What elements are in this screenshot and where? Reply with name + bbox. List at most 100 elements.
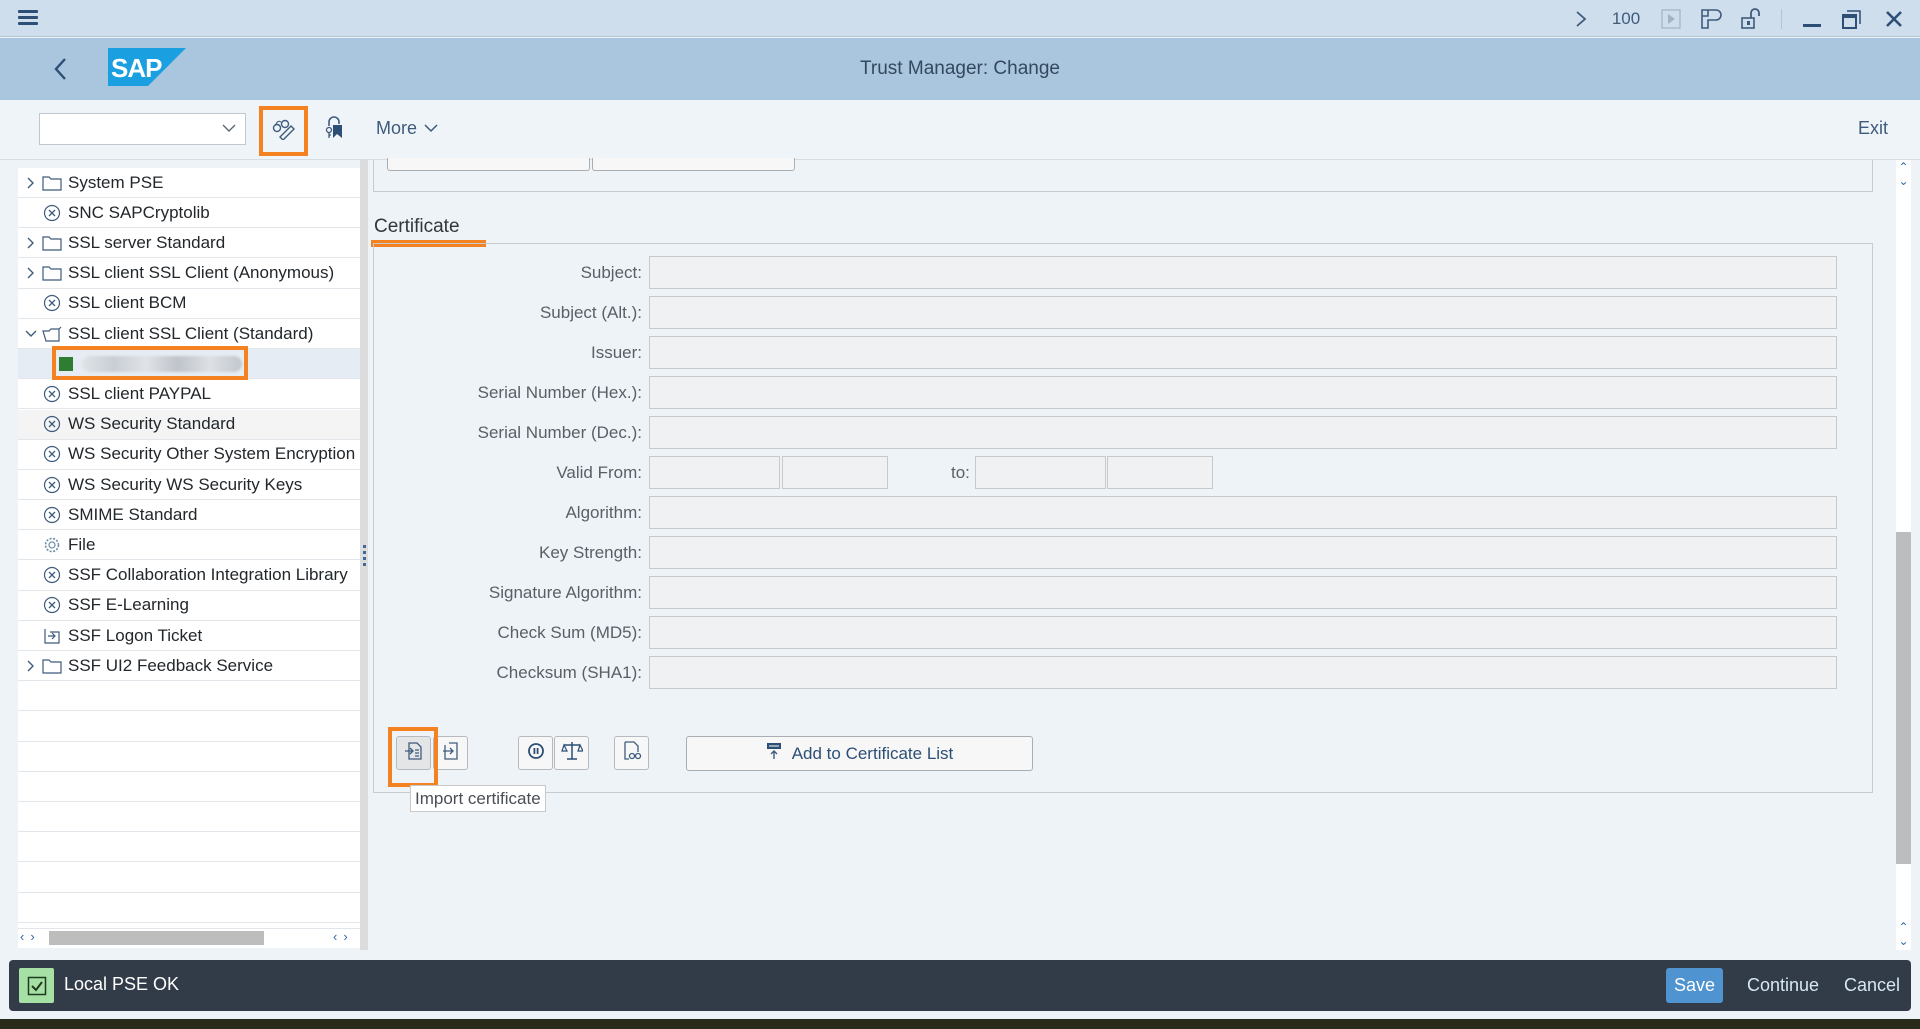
command-field[interactable]: [39, 113, 246, 145]
scrollbar-thumb[interactable]: [49, 931, 264, 945]
tree-item-label: SSL client SSL Client (Anonymous): [68, 263, 335, 283]
display-certificate-button[interactable]: [614, 736, 649, 770]
field-label: Serial Number (Hex.):: [477, 383, 642, 402]
chevron-right-icon[interactable]: [1561, 0, 1601, 37]
export-certificate-button[interactable]: [433, 736, 468, 770]
chevron-down-icon[interactable]: [221, 120, 237, 141]
exit-button[interactable]: Exit: [1858, 118, 1888, 139]
tree-item[interactable]: SSL server Standard: [18, 228, 360, 259]
tree-item-label: SSL client BCM: [68, 293, 187, 313]
tree-item[interactable]: SSF Collaboration Integration Library: [18, 561, 360, 591]
import-certificate-icon: [404, 741, 424, 766]
valid-to-time-input[interactable]: [1107, 456, 1213, 489]
main-vertical-scrollbar[interactable]: ⌃ ⌄ ⌃ ⌄: [1896, 160, 1911, 950]
valid-from-date-input[interactable]: [649, 456, 780, 489]
scroll-up-icon[interactable]: ⌃: [1896, 920, 1911, 934]
chevron-right-icon[interactable]: [22, 266, 40, 280]
tree-item-label: WS Security WS Security Keys: [68, 474, 303, 494]
layout-icon[interactable]: [1691, 0, 1731, 37]
pse-button[interactable]: [387, 158, 590, 171]
save-button[interactable]: Save: [1666, 968, 1724, 1003]
chevron-right-icon[interactable]: [22, 659, 40, 673]
splitter-handle-icon[interactable]: [363, 545, 367, 567]
tree-item-label: SSF E-Learning: [68, 595, 189, 615]
tree-item[interactable]: SNC SAPCryptolib: [18, 198, 360, 229]
field-input[interactable]: [649, 256, 1837, 289]
display-change-button[interactable]: [259, 106, 308, 156]
tree-item[interactable]: [18, 349, 360, 380]
scroll-down-icon[interactable]: ⌄: [1896, 934, 1911, 948]
scroll-left-right-arrows[interactable]: ‹ ›: [333, 929, 348, 944]
tree-item-label: File: [68, 534, 96, 554]
field-input[interactable]: [649, 656, 1837, 689]
chevron-right-icon[interactable]: [22, 236, 40, 250]
unlock-icon[interactable]: [1731, 0, 1771, 37]
continue-button[interactable]: Continue: [1739, 968, 1827, 1003]
menu-icon[interactable]: [16, 8, 40, 28]
tree-item[interactable]: SSL client PAYPAL: [18, 379, 360, 410]
field-label: Subject:: [580, 263, 642, 282]
tree-item[interactable]: SSF Logon Ticket: [18, 621, 360, 651]
tree-item-label: WS Security Other System Encryption: [68, 444, 356, 464]
field-input[interactable]: [649, 336, 1837, 369]
import-certificate-button[interactable]: [396, 736, 431, 770]
chevron-down-icon[interactable]: [22, 329, 40, 339]
play-icon[interactable]: [1651, 0, 1691, 37]
field-input[interactable]: [649, 416, 1837, 449]
scroll-up-icon[interactable]: ⌃: [1896, 160, 1911, 174]
more-menu-button[interactable]: More: [376, 118, 439, 139]
scrollbar-thumb[interactable]: [1896, 532, 1911, 864]
field-input[interactable]: [649, 296, 1837, 329]
tree-item[interactable]: SSL client SSL Client (Anonymous): [18, 259, 360, 289]
field-label: Signature Algorithm:: [488, 583, 642, 602]
tree-item-label: SMIME Standard: [68, 504, 198, 524]
scroll-down-icon[interactable]: ⌄: [1896, 174, 1911, 188]
tree-item-label: SSF Logon Ticket: [68, 625, 203, 645]
error-circle-icon: [42, 294, 62, 312]
tree-item[interactable]: File: [18, 530, 360, 561]
app-header: SAP Trust Manager: Change: [0, 38, 1920, 100]
field-input[interactable]: [649, 616, 1837, 649]
tree-item[interactable]: WS Security Other System Encryption: [18, 440, 360, 470]
field-input[interactable]: [649, 576, 1837, 609]
status-message: Local PSE OK: [64, 974, 180, 994]
tree-item[interactable]: System PSE: [18, 168, 360, 198]
folder-icon: [42, 235, 62, 251]
compare-button[interactable]: [554, 736, 589, 770]
scroll-left-right-arrows[interactable]: ‹ ›: [20, 929, 35, 944]
tree-item[interactable]: WS Security Standard: [18, 409, 360, 440]
success-check-icon: [19, 968, 54, 1003]
valid-from-time-input[interactable]: [782, 456, 888, 489]
field-input[interactable]: [649, 496, 1837, 529]
zoom-level[interactable]: 100: [1601, 0, 1651, 37]
valid-to-date-input[interactable]: [975, 456, 1106, 489]
system-bar: 100: [0, 0, 1920, 37]
tree-item[interactable]: SMIME Standard: [18, 500, 360, 531]
export-certificate-icon: [441, 741, 461, 766]
close-icon[interactable]: [1872, 0, 1916, 37]
field-label: Algorithm:: [565, 503, 642, 522]
add-to-list-label: Add to Certificate List: [791, 743, 954, 763]
tree-item[interactable]: WS Security WS Security Keys: [18, 470, 360, 500]
tree-item[interactable]: SSL client SSL Client (Standard): [18, 319, 360, 349]
pse-button[interactable]: [592, 158, 795, 171]
tree-item-label: SSF Collaboration Integration Library: [68, 565, 348, 585]
restore-icon[interactable]: [1832, 0, 1872, 37]
chevron-right-icon[interactable]: [22, 176, 40, 190]
empty-tree-row: [18, 893, 360, 923]
pse-box: [373, 158, 1873, 192]
error-circle-icon: [42, 204, 62, 222]
page-title: Trust Manager: Change: [860, 58, 1060, 79]
certificate-section-title: Certificate: [374, 216, 460, 237]
tree-horizontal-scrollbar[interactable]: ‹ › ‹ ›: [18, 928, 360, 945]
tree-item[interactable]: SSF E-Learning: [18, 591, 360, 621]
field-input[interactable]: [649, 376, 1837, 409]
pause-button[interactable]: [518, 736, 553, 770]
field-input[interactable]: [649, 536, 1837, 569]
key-lock-button[interactable]: [315, 110, 355, 150]
tree-item[interactable]: SSL client BCM: [18, 289, 360, 319]
minimize-icon[interactable]: [1792, 0, 1832, 37]
cancel-button[interactable]: Cancel: [1836, 968, 1908, 1003]
tree-item[interactable]: SSF UI2 Feedback Service: [18, 651, 360, 682]
add-to-certificate-list-button[interactable]: Add to Certificate List: [686, 736, 1033, 771]
